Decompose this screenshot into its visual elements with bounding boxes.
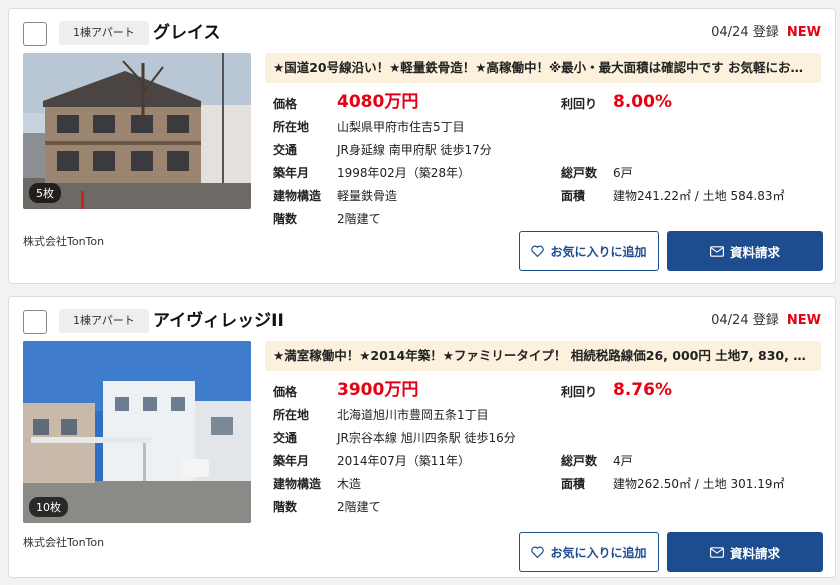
registration-info: 04/24 登録 NEW	[711, 23, 821, 43]
company-name: 株式会社TonTon	[23, 536, 105, 549]
area-label: 面積	[561, 477, 586, 491]
yield-label: 利回り	[561, 97, 598, 111]
add-favorite-label: お気に入りに追加	[550, 545, 647, 560]
select-checkbox[interactable]	[23, 310, 47, 334]
photo-count: 5枚	[29, 183, 61, 203]
built-value: 1998年02月（築28年）	[337, 166, 471, 180]
new-badge: NEW	[786, 313, 821, 328]
price-label: 価格	[273, 97, 298, 111]
access-value: JR身延線 南甲府駅 徒歩17分	[337, 143, 492, 157]
address-label: 所在地	[273, 408, 310, 422]
area-value: 建物241.22㎡ / 土地 584.83㎡	[613, 189, 785, 203]
yield-value: 8.00%	[613, 92, 672, 112]
heart-icon	[531, 546, 545, 558]
price-value: 4080万円	[337, 92, 419, 112]
floors-value: 2階建て	[337, 500, 381, 514]
built-value: 2014年07月（築11年）	[337, 454, 471, 468]
property-photo[interactable]: 10枚	[23, 341, 251, 523]
registration-date: 04/24	[711, 313, 749, 328]
request-documents-label: 資料請求	[729, 244, 780, 260]
listing-card[interactable]: 1棟アパート グレイス 04/24 登録 NEW 5枚 株式会社TonTon ★…	[8, 8, 836, 284]
structure-value: 木造	[337, 477, 362, 491]
price-value: 3900万円	[337, 380, 419, 400]
access-value: JR宗谷本線 旭川四条駅 徒歩16分	[337, 431, 516, 445]
structure-value: 軽量鉄骨造	[337, 189, 398, 203]
address-value: 北海道旭川市豊岡五条1丁目	[337, 408, 489, 422]
units-value: 4戸	[613, 454, 633, 468]
registration-label: 登録	[752, 25, 779, 40]
request-documents-button[interactable]: 資料請求	[667, 532, 823, 572]
photo-count: 10枚	[29, 497, 68, 517]
floors-label: 階数	[273, 212, 298, 226]
registration-info: 04/24 登録 NEW	[711, 311, 821, 331]
envelope-icon	[709, 245, 724, 257]
request-documents-button[interactable]: 資料請求	[667, 231, 823, 271]
property-photo[interactable]: 5枚	[23, 53, 251, 209]
floors-label: 階数	[273, 500, 298, 514]
structure-label: 建物構造	[273, 189, 322, 203]
address-label: 所在地	[273, 120, 310, 134]
area-label: 面積	[561, 189, 586, 203]
units-label: 総戸数	[561, 166, 598, 180]
catchcopy: ★満室稼働中！★2014年築！★ファミリータイプ！ 相続税路線価26, 000円…	[265, 341, 821, 371]
select-checkbox[interactable]	[23, 22, 47, 46]
address-value: 山梨県甲府市住吉5丁目	[337, 120, 465, 134]
add-favorite-label: お気に入りに追加	[550, 244, 647, 259]
yield-label: 利回り	[561, 385, 598, 399]
request-documents-label: 資料請求	[729, 545, 780, 561]
envelope-icon	[709, 546, 724, 558]
heart-icon	[531, 245, 545, 257]
add-favorite-button[interactable]: お気に入りに追加	[519, 231, 659, 271]
add-favorite-button[interactable]: お気に入りに追加	[519, 532, 659, 572]
built-label: 築年月	[273, 454, 310, 468]
catchcopy: ★国道20号線沿い！★軽量鉄骨造！★高稼働中！※最小・最大面積は確認中です お気…	[265, 53, 821, 83]
listing-card[interactable]: 1棟アパート アイヴィレッジII 04/24 登録 NEW 10枚 株式会社To…	[8, 296, 836, 578]
units-value: 6戸	[613, 166, 633, 180]
access-label: 交通	[273, 431, 298, 445]
property-name[interactable]: アイヴィレッジII	[153, 307, 284, 335]
yield-value: 8.76%	[613, 380, 672, 400]
registration-date: 04/24	[711, 25, 749, 40]
price-label: 価格	[273, 385, 298, 399]
new-badge: NEW	[786, 25, 821, 40]
property-type-badge: 1棟アパート	[59, 21, 149, 45]
structure-label: 建物構造	[273, 477, 322, 491]
area-value: 建物262.50㎡ / 土地 301.19㎡	[613, 477, 785, 491]
company-name: 株式会社TonTon	[23, 235, 105, 248]
access-label: 交通	[273, 143, 298, 157]
property-type-badge: 1棟アパート	[59, 309, 149, 333]
registration-label: 登録	[752, 313, 779, 328]
apartment-photo-image	[23, 341, 251, 523]
floors-value: 2階建て	[337, 212, 381, 226]
built-label: 築年月	[273, 166, 310, 180]
property-name[interactable]: グレイス	[153, 19, 221, 47]
units-label: 総戸数	[561, 454, 598, 468]
